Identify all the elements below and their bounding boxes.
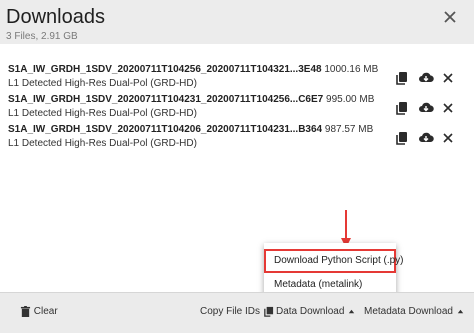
data-download-button[interactable]: Data Download bbox=[276, 306, 356, 317]
remove-file-button[interactable] bbox=[440, 130, 456, 146]
metadata-download-label: Metadata Download bbox=[364, 306, 453, 317]
copy-icon bbox=[396, 132, 407, 145]
file-name: S1A_IW_GRDH_1SDV_20200711T104256_2020071… bbox=[8, 64, 322, 75]
metadata-download-button[interactable]: Metadata Download bbox=[364, 306, 465, 317]
data-download-label: Data Download bbox=[276, 306, 345, 317]
file-name: S1A_IW_GRDH_1SDV_20200711T104206_2020071… bbox=[8, 124, 323, 135]
close-icon bbox=[443, 103, 453, 113]
copy-file-id-button[interactable] bbox=[394, 70, 410, 86]
copy-icon bbox=[396, 72, 407, 85]
file-row: S1A_IW_GRDH_1SDV_20200711T104206_2020071… bbox=[0, 124, 474, 154]
copy-icon bbox=[263, 306, 273, 317]
remove-file-button[interactable] bbox=[440, 70, 456, 86]
data-download-menu: Download Python Script (.py) Metadata (m… bbox=[264, 243, 404, 299]
remove-file-button[interactable] bbox=[440, 100, 456, 116]
file-size: 995.00 MB bbox=[326, 94, 375, 105]
close-icon bbox=[444, 11, 456, 23]
menu-item-label: Download Python Script (.py) bbox=[274, 255, 404, 266]
cloud-download-icon bbox=[419, 72, 434, 82]
trash-icon bbox=[20, 306, 31, 317]
file-name-line: S1A_IW_GRDH_1SDV_20200711T104231_2020071… bbox=[8, 94, 374, 105]
file-description: L1 Detected High-Res Dual-Pol (GRD-HD) bbox=[8, 108, 197, 119]
caret-up-icon bbox=[348, 309, 355, 314]
file-size: 1000.16 MB bbox=[324, 64, 379, 75]
file-row: S1A_IW_GRDH_1SDV_20200711T104256_2020071… bbox=[0, 64, 474, 94]
close-dialog-button[interactable] bbox=[440, 7, 460, 27]
copy-file-id-button[interactable] bbox=[394, 130, 410, 146]
copy-file-id-button[interactable] bbox=[394, 100, 410, 116]
copy-file-ids-button[interactable]: Copy File IDs bbox=[200, 306, 274, 317]
dialog-header: Downloads 3 Files, 2.91 GB bbox=[0, 0, 474, 44]
close-icon bbox=[443, 73, 453, 83]
file-name-line: S1A_IW_GRDH_1SDV_20200711T104256_2020071… bbox=[8, 64, 378, 75]
file-description: L1 Detected High-Res Dual-Pol (GRD-HD) bbox=[8, 138, 197, 149]
download-file-button[interactable] bbox=[418, 70, 434, 86]
downloads-dialog: Downloads 3 Files, 2.91 GB S1A_IW_GRDH_1… bbox=[0, 0, 474, 333]
cloud-download-icon bbox=[419, 102, 434, 112]
caret-up-icon bbox=[457, 309, 463, 314]
file-description: L1 Detected High-Res Dual-Pol (GRD-HD) bbox=[8, 78, 197, 89]
download-file-button[interactable] bbox=[418, 100, 434, 116]
cloud-download-icon bbox=[419, 132, 434, 142]
clear-button[interactable]: Clear bbox=[20, 306, 58, 317]
clear-label: Clear bbox=[33, 306, 58, 318]
file-size: 987.57 MB bbox=[324, 124, 374, 135]
copy-file-ids-label: Copy File IDs bbox=[200, 306, 261, 318]
dialog-footer: Clear Copy File IDs Data Download Metada… bbox=[0, 292, 474, 333]
copy-icon bbox=[396, 102, 407, 115]
file-row: S1A_IW_GRDH_1SDV_20200711T104231_2020071… bbox=[0, 94, 474, 124]
dialog-title: Downloads bbox=[6, 6, 105, 28]
download-file-button[interactable] bbox=[418, 130, 434, 146]
file-name-line: S1A_IW_GRDH_1SDV_20200711T104206_2020071… bbox=[8, 124, 373, 135]
dialog-subtitle: 3 Files, 2.91 GB bbox=[6, 31, 78, 42]
menu-item-download-python-script[interactable]: Download Python Script (.py) bbox=[264, 249, 404, 273]
menu-item-label: Metadata (metalink) bbox=[274, 279, 363, 290]
close-icon bbox=[443, 133, 453, 143]
file-name: S1A_IW_GRDH_1SDV_20200711T104231_2020071… bbox=[8, 94, 324, 105]
